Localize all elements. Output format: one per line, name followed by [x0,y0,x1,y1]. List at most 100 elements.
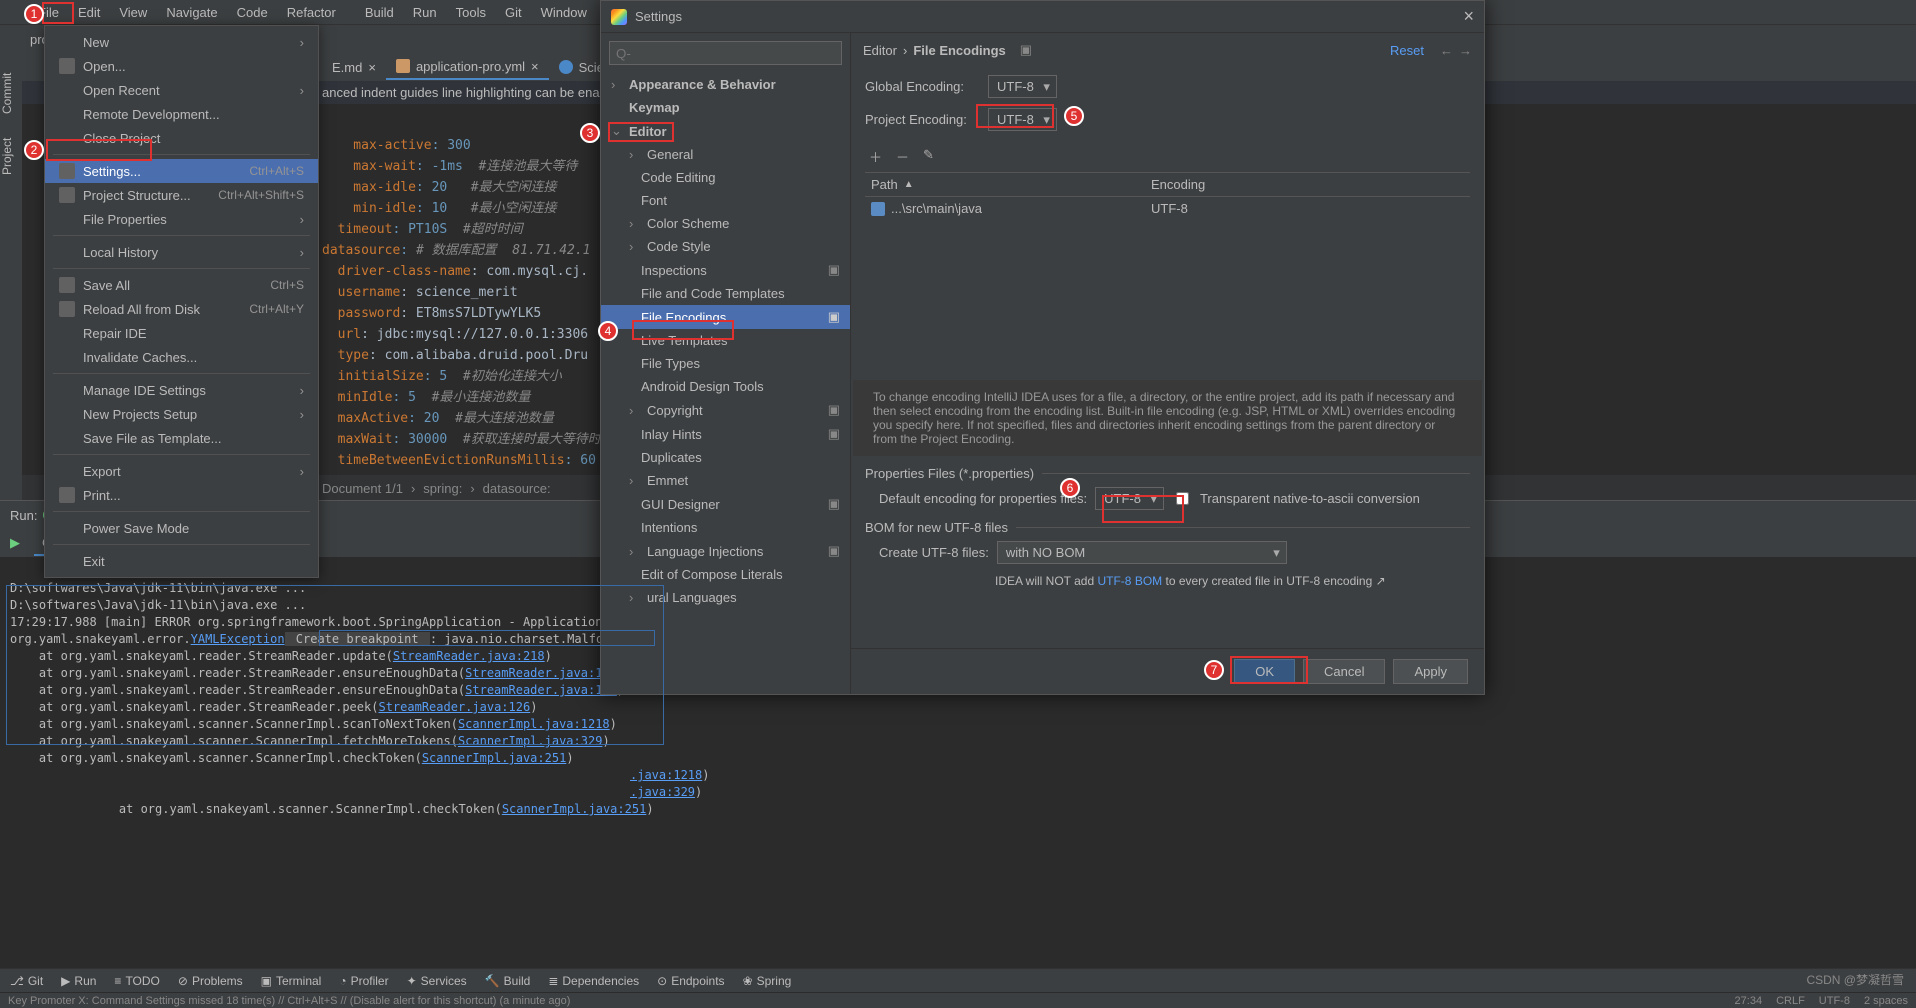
tree-android-design[interactable]: Android Design Tools [601,375,850,398]
bom-link[interactable]: UTF-8 BOM [1097,574,1162,588]
transparent-ascii-checkbox[interactable] [1176,492,1189,505]
encoding-table-row[interactable]: ...\src\main\java UTF-8 [865,197,1470,220]
tree-appearance[interactable]: ›Appearance & Behavior [601,73,850,96]
toolwin-project[interactable]: Project [0,138,14,175]
toolwin-run[interactable]: ▶ Run [61,974,96,988]
tree-inspections[interactable]: Inspections▣ [601,258,850,282]
edit-icon[interactable]: ✎ [923,147,934,166]
toolwin-terminal[interactable]: ▣ Terminal [261,974,322,988]
toolwin-dependencies[interactable]: ≣ Dependencies [548,974,639,988]
toolwin-todo[interactable]: ≡ TODO [114,974,159,988]
status-caret-pos[interactable]: 27:34 [1735,995,1763,1007]
menu-save-template[interactable]: Save File as Template... [45,426,318,450]
props-encoding-dropdown[interactable]: UTF-8 [1095,487,1164,510]
bc-editor[interactable]: Editor [863,43,897,58]
menu-manage-ide-settings[interactable]: Manage IDE Settings› [45,378,318,402]
status-indent[interactable]: 2 spaces [1864,995,1908,1007]
close-icon[interactable]: × [368,60,376,75]
project-encoding-dropdown[interactable]: UTF-8 [988,108,1057,131]
tree-live-templates[interactable]: Live Templates [601,329,850,352]
code-val: : ET8msS7LDTywYLK5 [400,306,541,321]
toolwin-commit[interactable]: Commit [0,73,14,114]
tab-application-yml[interactable]: application-pro.yml× [386,55,549,80]
menu-exit[interactable]: Exit [45,549,318,573]
tree-compose-literals[interactable]: Edit of Compose Literals [601,563,850,586]
tree-file-types[interactable]: File Types [601,352,850,375]
toolwin-problems[interactable]: ⊘ Problems [178,974,243,988]
menu-settings[interactable]: Settings...Ctrl+Alt+S [45,159,318,183]
menu-build[interactable]: Build [357,2,402,23]
tree-copyright[interactable]: ›Copyright▣ [601,398,850,422]
tree-natural-languages[interactable]: ›ural Languages [601,586,850,609]
menu-new[interactable]: New› [45,30,318,54]
tree-inlay-hints[interactable]: Inlay Hints▣ [601,422,850,446]
tree-code-style[interactable]: ›Code Style [601,235,850,258]
menu-new-projects-setup[interactable]: New Projects Setup› [45,402,318,426]
tab-readme[interactable]: E.md× [322,56,386,79]
close-icon[interactable]: × [531,59,539,74]
menu-refactor[interactable]: Refactor [279,2,344,23]
menu-invalidate-caches[interactable]: Invalidate Caches... [45,345,318,369]
menu-window[interactable]: Window [533,2,595,23]
menu-view[interactable]: View [111,2,155,23]
forward-icon[interactable]: → [1459,43,1472,58]
col-encoding[interactable]: Encoding [1151,177,1205,192]
tree-file-encodings[interactable]: File Encodings▣ [601,305,850,329]
tree-intentions[interactable]: Intentions [601,516,850,539]
tree-file-code-templates[interactable]: File and Code Templates [601,282,850,305]
menu-file-properties[interactable]: File Properties› [45,207,318,231]
toolwin-endpoints[interactable]: ⊙ Endpoints [657,974,724,988]
remove-icon[interactable]: － [896,147,909,166]
ok-button[interactable]: OK [1234,659,1295,684]
add-icon[interactable]: ＋ [869,147,882,166]
menu-code[interactable]: Code [229,2,276,23]
global-encoding-dropdown[interactable]: UTF-8 [988,75,1057,98]
col-path[interactable]: Path [871,177,898,192]
reset-link[interactable]: Reset [1390,43,1424,58]
toolwin-profiler[interactable]: ◔ Profiler [339,974,388,988]
tree-duplicates[interactable]: Duplicates [601,446,850,469]
menu-close-project[interactable]: Close Project [45,126,318,150]
tree-emmet[interactable]: ›Emmet [601,469,850,492]
tree-color-scheme[interactable]: ›Color Scheme [601,212,850,235]
cancel-button[interactable]: Cancel [1303,659,1385,684]
menu-navigate[interactable]: Navigate [158,2,225,23]
menu-run[interactable]: Run [405,2,445,23]
menu-open-recent[interactable]: Open Recent› [45,78,318,102]
close-icon[interactable]: × [1463,6,1474,27]
menu-git[interactable]: Git [497,2,530,23]
status-encoding[interactable]: UTF-8 [1819,995,1850,1007]
menu-repair-ide[interactable]: Repair IDE [45,321,318,345]
tree-gui-designer[interactable]: GUI Designer▣ [601,492,850,516]
menu-save-all[interactable]: Save AllCtrl+S [45,273,318,297]
tree-keymap[interactable]: Keymap [601,96,850,119]
menu-project-structure[interactable]: Project Structure...Ctrl+Alt+Shift+S [45,183,318,207]
menu-remote-dev[interactable]: Remote Development... [45,102,318,126]
menu-print[interactable]: Print... [45,483,318,507]
run-icon[interactable]: ▶ [10,535,20,551]
menu-open[interactable]: Open... [45,54,318,78]
status-line-sep[interactable]: CRLF [1776,995,1805,1007]
print-icon [59,487,75,503]
tree-editor[interactable]: ⌄Editor [601,119,850,143]
tree-general[interactable]: ›General [601,143,850,166]
menu-tools[interactable]: Tools [448,2,494,23]
menu-export[interactable]: Export› [45,459,318,483]
breadcrumb-item[interactable]: spring: [423,481,462,496]
menu-power-save[interactable]: Power Save Mode [45,516,318,540]
apply-button[interactable]: Apply [1393,659,1468,684]
toolwin-services[interactable]: ✦ Services [407,974,467,988]
toolwin-build[interactable]: 🔨 Build [485,974,531,988]
tree-code-editing[interactable]: Code Editing [601,166,850,189]
back-icon[interactable]: ← [1440,43,1453,58]
tree-language-injections[interactable]: ›Language Injections▣ [601,539,850,563]
menu-edit[interactable]: Edit [70,2,108,23]
breadcrumb-item[interactable]: datasource: [483,481,551,496]
settings-search[interactable] [609,41,842,65]
create-utf8-dropdown[interactable]: with NO BOM [997,541,1287,564]
toolwin-git[interactable]: ⎇ Git [10,974,43,988]
menu-reload-disk[interactable]: Reload All from DiskCtrl+Alt+Y [45,297,318,321]
menu-local-history[interactable]: Local History› [45,240,318,264]
toolwin-spring[interactable]: ❀ Spring [743,974,792,988]
tree-font[interactable]: Font [601,189,850,212]
